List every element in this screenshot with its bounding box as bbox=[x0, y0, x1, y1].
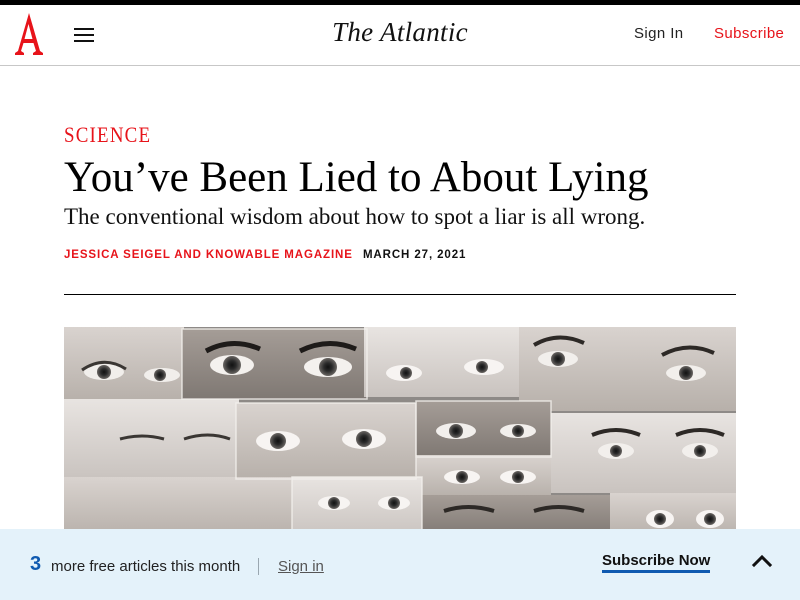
section-label[interactable]: SCIENCE bbox=[64, 122, 151, 148]
collapse-bar-button[interactable] bbox=[751, 553, 773, 569]
hero-image bbox=[64, 327, 736, 537]
author-link[interactable]: JESSICA SEIGEL AND KNOWABLE MAGAZINE bbox=[64, 249, 353, 261]
article-dek: The conventional wisdom about how to spo… bbox=[64, 204, 646, 229]
eyes-collage-image bbox=[64, 327, 736, 537]
divider-rule bbox=[64, 294, 736, 295]
byline: JESSICA SEIGEL AND KNOWABLE MAGAZINE MAR… bbox=[64, 249, 466, 261]
sign-in-link[interactable]: Sign In bbox=[634, 25, 684, 42]
article-headline: You’ve Been Lied to About Lying bbox=[64, 154, 649, 201]
bar-sign-in-link[interactable]: Sign in bbox=[278, 558, 324, 575]
subscribe-now-button[interactable]: Subscribe Now bbox=[602, 552, 711, 573]
free-articles-message: more free articles this month bbox=[51, 558, 241, 575]
masthead-title[interactable]: The Atlantic bbox=[332, 17, 468, 47]
chevron-up-icon bbox=[751, 554, 773, 568]
subscribe-link[interactable]: Subscribe bbox=[714, 25, 784, 42]
publish-date: MARCH 27, 2021 bbox=[362, 249, 467, 261]
free-article-count: 3 bbox=[30, 553, 42, 575]
bar-divider bbox=[258, 558, 259, 575]
free-articles-bar: 3 more free articles this month Sign in … bbox=[0, 529, 800, 600]
site-header: The Atlantic Sign In Subscribe bbox=[0, 5, 800, 66]
